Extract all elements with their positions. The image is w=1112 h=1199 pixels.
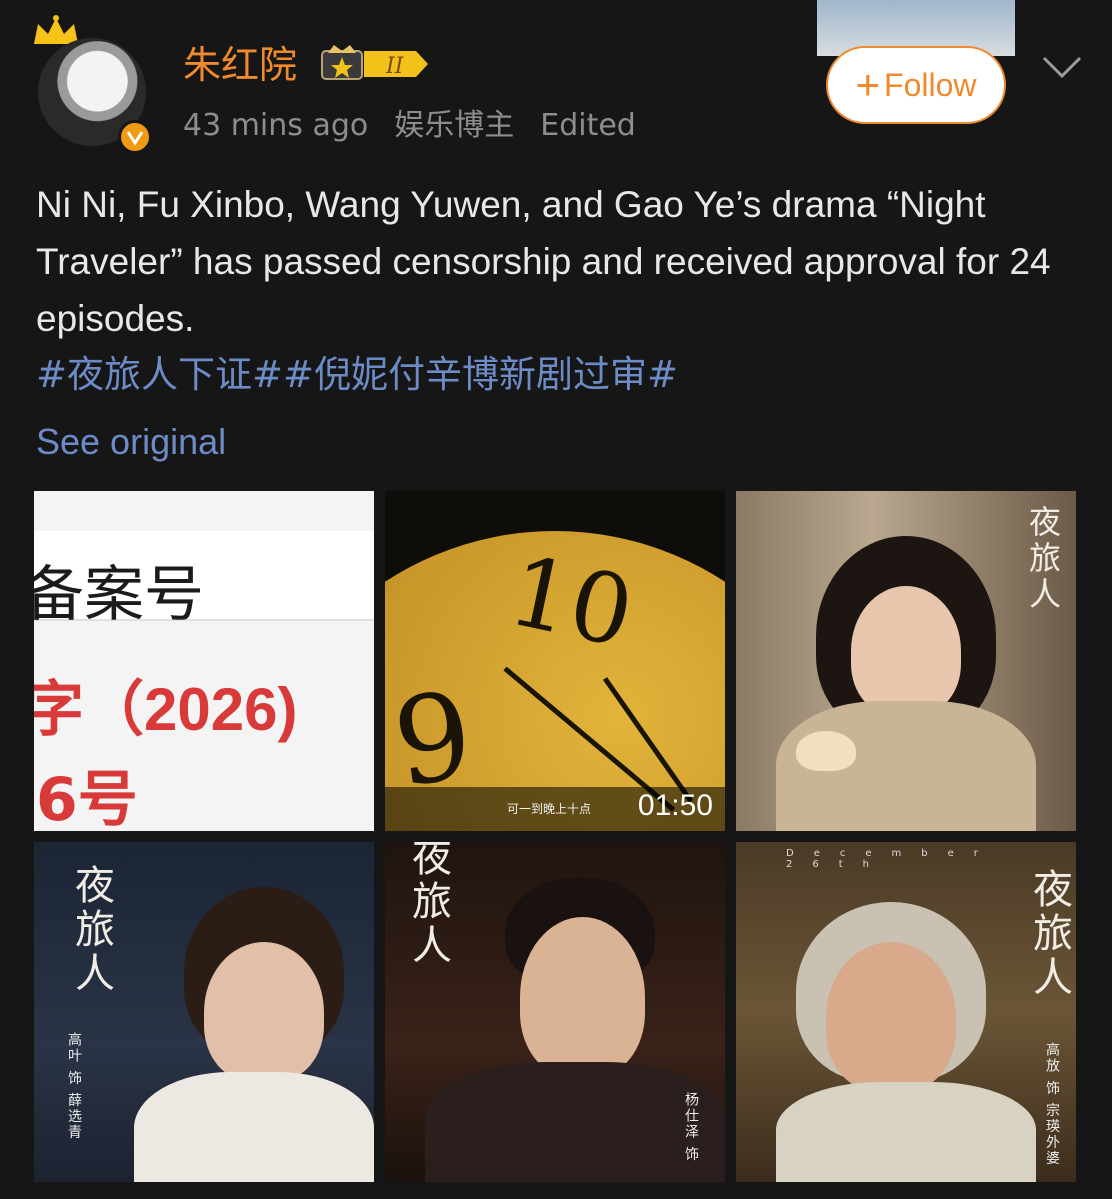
username[interactable]: 朱红院: [183, 40, 297, 90]
media-grid: 备案号 字（2026) 6号 10 9 可一到晚上十点 01:50 夜旅人 夜旅…: [34, 491, 1076, 1182]
video-duration: 01:50: [637, 789, 713, 822]
video-caption: 可一到晚上十点: [507, 802, 592, 816]
video-tile-clock[interactable]: 10 9 可一到晚上十点 01:50: [385, 491, 725, 831]
verified-icon: [118, 120, 152, 154]
image-tile-poster-gao-ye[interactable]: 夜旅人 高叶 饰 薛选青: [34, 842, 374, 1182]
poster-figure-face: [851, 586, 961, 716]
see-original-link[interactable]: See original: [36, 416, 226, 468]
poster-title: 夜旅人: [405, 842, 451, 968]
poster-figure-body: [425, 1062, 725, 1182]
image-tile-poster-yang-shize[interactable]: 夜旅人 杨仕泽 饰: [385, 842, 725, 1182]
poster-figure-face: [826, 942, 956, 1092]
post-time: 43 mins ago: [183, 108, 369, 143]
plus-icon: +: [855, 61, 881, 108]
member-level-badge-icon: II: [321, 45, 428, 80]
document-text-1: 备案号: [34, 560, 204, 630]
poster-title: 夜旅人: [1024, 505, 1062, 613]
poster-figure-body: [776, 1082, 1036, 1182]
weibo-post: 朱红院 II 43 mins ago 娱乐博主 Edited + Follow …: [0, 0, 1112, 1199]
follow-label: Follow: [884, 66, 977, 103]
follow-button[interactable]: + Follow: [826, 46, 1006, 124]
document-text-2: 字（2026): [34, 676, 298, 743]
post-category: 娱乐博主: [394, 108, 515, 143]
hashtag-links[interactable]: #夜旅人下证##倪妮付辛博新剧过审#: [36, 346, 1076, 403]
poster-credit: 高叶 饰 薛选青: [66, 1032, 82, 1141]
image-tile-poster-ni-ni[interactable]: 夜旅人: [736, 491, 1076, 831]
image-tile-poster-gao-fang[interactable]: December 26th 夜旅人 高放 饰 宗瑛外婆: [736, 842, 1076, 1182]
chevron-down-icon[interactable]: [1040, 52, 1084, 82]
edited-label: Edited: [540, 108, 636, 143]
post-meta: 43 mins ago 娱乐博主 Edited: [183, 106, 636, 146]
poster-date: December 26th: [786, 848, 998, 870]
poster-credit: 杨仕泽 饰: [683, 1092, 699, 1163]
poster-title: 夜旅人: [68, 864, 114, 996]
poster-title: 夜旅人: [1026, 868, 1072, 1000]
poster-figure-face: [520, 917, 645, 1077]
bread-piece: [796, 731, 856, 771]
poster-credit: 高放 饰 宗瑛外婆: [1044, 1042, 1060, 1167]
avatar-container[interactable]: [30, 14, 155, 154]
poster-figure-body: [134, 1072, 374, 1182]
svg-text:II: II: [385, 54, 405, 79]
poster-figure-face: [204, 942, 324, 1082]
document-text-3: 6号: [36, 765, 138, 831]
image-tile-document[interactable]: 备案号 字（2026) 6号: [34, 491, 374, 831]
post-text: Ni Ni, Fu Xinbo, Wang Yuwen, and Gao Ye’…: [36, 184, 1051, 339]
